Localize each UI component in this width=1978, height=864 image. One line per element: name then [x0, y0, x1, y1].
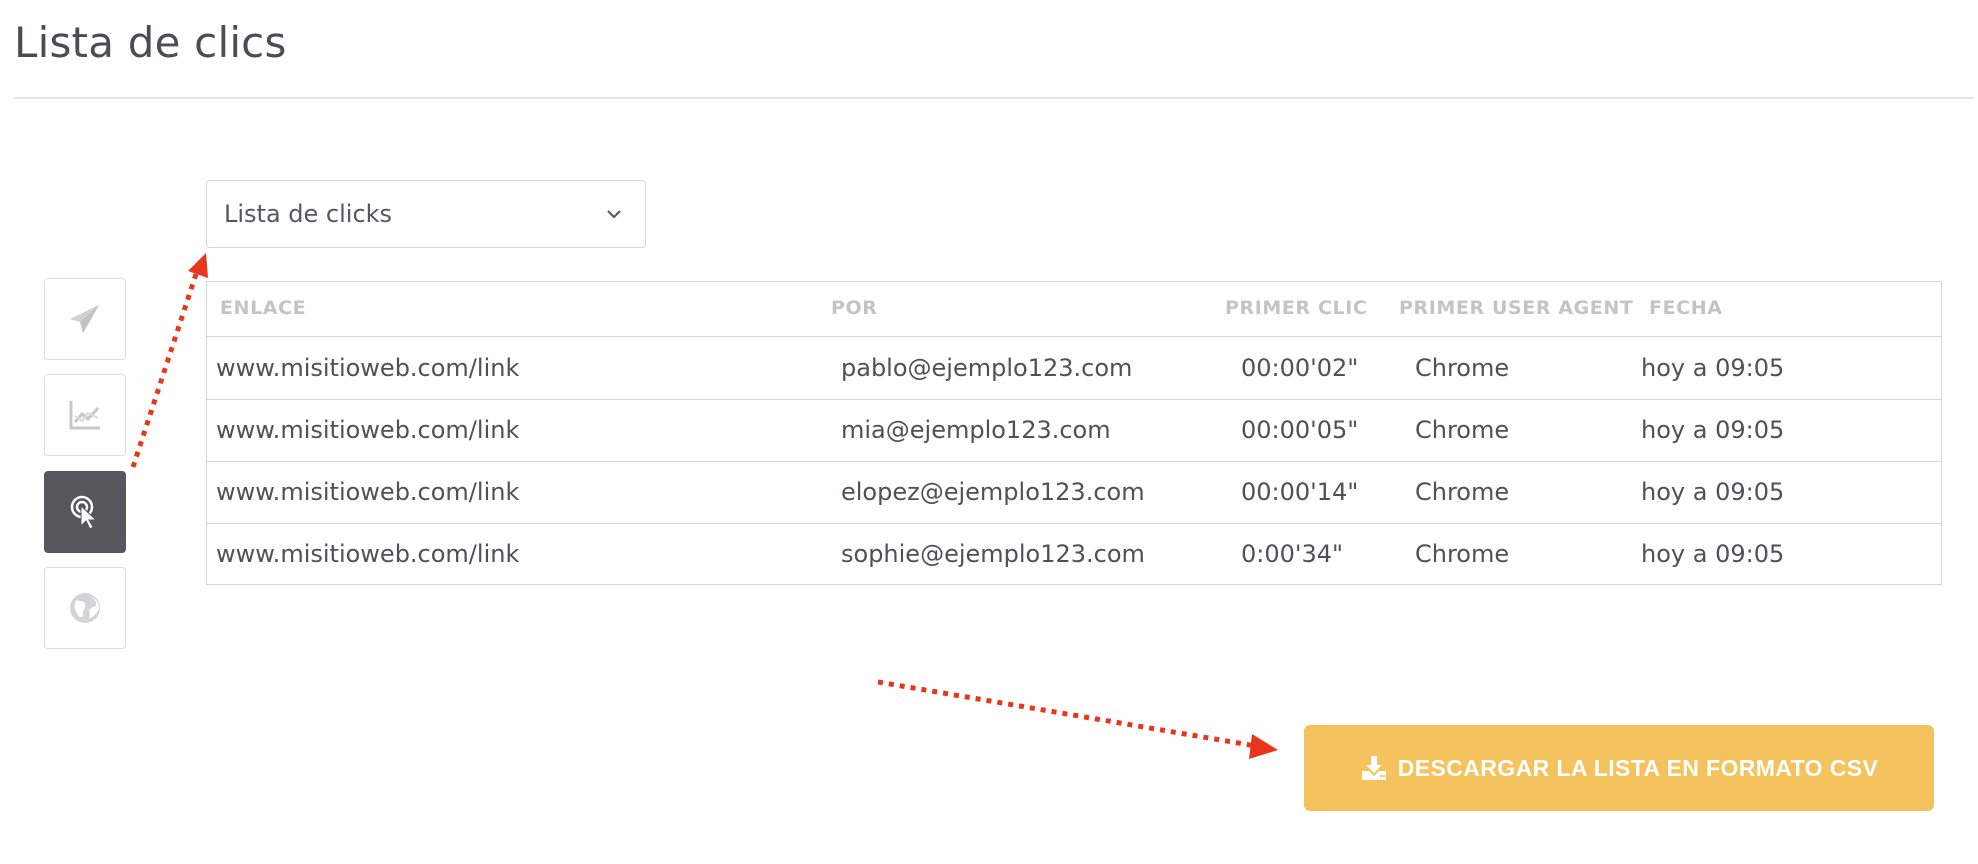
cell-primer-clic: 0:00'34"	[1241, 540, 1344, 568]
sidebar-clicks-button[interactable]	[44, 471, 126, 553]
cell-user-agent: Chrome	[1415, 478, 1510, 506]
cell-fecha: hoy a 09:05	[1641, 540, 1785, 568]
cell-enlace[interactable]: www.misitioweb.com/link	[216, 478, 519, 506]
column-header-primer-user-agent[interactable]: PRIMER USER AGENT	[1399, 297, 1633, 319]
cell-primer-clic: 00:00'02"	[1241, 354, 1359, 382]
table-row[interactable]: www.misitioweb.com/link pablo@ejemplo123…	[207, 337, 1941, 400]
sidebar-chart-button[interactable]	[44, 374, 126, 456]
cell-fecha: hoy a 09:05	[1641, 478, 1785, 506]
arrow-to-csv-button	[877, 679, 1278, 759]
cell-por: pablo@ejemplo123.com	[841, 354, 1133, 382]
view-select-dropdown[interactable]: Lista de clicks	[206, 180, 646, 248]
download-icon	[1361, 756, 1386, 780]
download-csv-button[interactable]: DESCARGAR LA LISTA EN FORMATO CSV	[1304, 725, 1934, 811]
sidebar-globe-button[interactable]	[44, 567, 126, 649]
arrow-to-dropdown	[130, 253, 208, 468]
cell-enlace[interactable]: www.misitioweb.com/link	[216, 416, 519, 444]
cell-user-agent: Chrome	[1415, 540, 1510, 568]
clicks-table: ENLACE POR PRIMER CLIC PRIMER USER AGENT…	[206, 281, 1942, 585]
table-row[interactable]: www.misitioweb.com/link mia@ejemplo123.c…	[207, 399, 1941, 462]
click-icon	[70, 495, 98, 530]
dropdown-selected-label: Lista de clicks	[224, 200, 393, 228]
cell-fecha: hoy a 09:05	[1641, 354, 1785, 382]
table-row[interactable]: www.misitioweb.com/link elopez@ejemplo12…	[207, 461, 1941, 524]
cell-primer-clic: 00:00'14"	[1241, 478, 1359, 506]
cell-user-agent: Chrome	[1415, 354, 1510, 382]
cell-enlace[interactable]: www.misitioweb.com/link	[216, 540, 519, 568]
globe-icon	[70, 593, 100, 623]
download-csv-label: DESCARGAR LA LISTA EN FORMATO CSV	[1397, 754, 1879, 781]
cell-primer-clic: 00:00'05"	[1241, 416, 1359, 444]
cell-por: elopez@ejemplo123.com	[841, 478, 1145, 506]
table-row[interactable]: www.misitioweb.com/link sophie@ejemplo12…	[207, 523, 1941, 585]
cell-enlace[interactable]: www.misitioweb.com/link	[216, 354, 519, 382]
column-header-primer-clic[interactable]: PRIMER CLIC	[1225, 297, 1367, 319]
chevron-down-icon	[607, 210, 621, 219]
send-icon	[70, 305, 99, 333]
chart-icon	[69, 401, 100, 430]
title-divider	[14, 97, 1974, 99]
cell-fecha: hoy a 09:05	[1641, 416, 1785, 444]
column-header-fecha[interactable]: FECHA	[1649, 297, 1723, 319]
column-header-por[interactable]: POR	[831, 297, 878, 319]
table-header-row: ENLACE POR PRIMER CLIC PRIMER USER AGENT…	[207, 282, 1941, 337]
cell-por: sophie@ejemplo123.com	[841, 540, 1145, 568]
sidebar-send-button[interactable]	[44, 278, 126, 360]
cell-user-agent: Chrome	[1415, 416, 1510, 444]
column-header-enlace[interactable]: ENLACE	[220, 297, 306, 319]
page-title: Lista de clics	[14, 18, 287, 67]
cell-por: mia@ejemplo123.com	[841, 416, 1111, 444]
